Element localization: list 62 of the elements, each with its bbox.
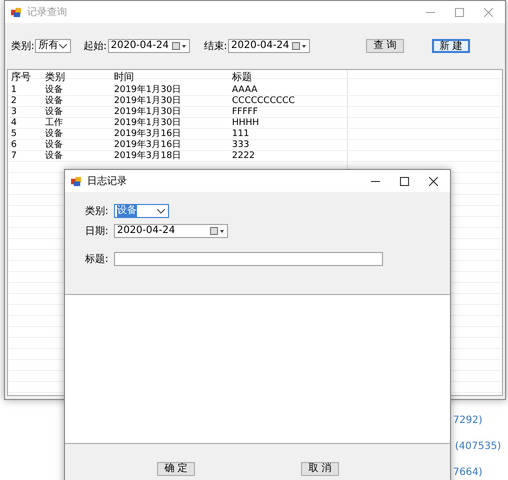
column-header[interactable]: 时间	[111, 72, 229, 83]
column-header[interactable]: 类别	[42, 72, 111, 83]
chevron-down-icon[interactable]	[157, 208, 165, 214]
app-icon	[71, 176, 82, 186]
link-text[interactable]: 7292)	[453, 415, 482, 427]
column-header[interactable]: 序号	[8, 72, 42, 83]
table-cell-text: 2019年1月30日	[113, 96, 182, 106]
date-picker[interactable]: 2020-04-24	[114, 224, 228, 238]
query-button[interactable]: 查 询	[366, 39, 404, 53]
link-text[interactable]: (407535)	[455, 441, 501, 453]
end-label: 结束:	[204, 40, 228, 53]
category-dropdown[interactable]: 设备	[114, 204, 169, 218]
category-dropdown[interactable]: 所有	[35, 39, 72, 53]
table-cell-text: 5	[10, 129, 18, 140]
table-cell-text: HHHH	[231, 118, 260, 129]
table-cell-text: 设备	[44, 85, 64, 96]
table-cell-text: 333	[231, 140, 250, 151]
table-cell-text: 工作	[44, 118, 64, 128]
table-cell-text: 2222	[231, 151, 256, 162]
title-input-field[interactable]	[114, 252, 383, 266]
end-date-picker[interactable]: 2020-04-24	[228, 39, 310, 53]
start-label: 起始:	[83, 40, 107, 53]
window-title: 记录查询	[27, 6, 67, 19]
table-cell-text: AAAA	[231, 85, 258, 96]
table-cell-text: 111	[231, 129, 250, 140]
close-icon[interactable]	[429, 176, 438, 186]
table-cell-text: CCCCCCCCCC	[231, 96, 296, 107]
table-cell-text: FFFFF	[231, 107, 259, 118]
start-date-picker[interactable]: 2020-04-24	[108, 39, 190, 53]
link-text[interactable]: 7664)	[453, 467, 482, 479]
category-label: 类别:	[11, 40, 34, 53]
table-cell-text: 4	[10, 118, 18, 129]
table-cell-text: 2	[10, 96, 18, 107]
calendar-dropdown-icon[interactable]	[292, 42, 306, 50]
table-cell-text: 1	[10, 85, 18, 96]
table-cell-text: 6	[10, 140, 18, 151]
new-button[interactable]: 新 建	[432, 39, 470, 53]
table-cell-text: 设备	[44, 129, 64, 140]
ok-button[interactable]: 确 定	[157, 462, 195, 476]
category-label: 类别:	[85, 204, 110, 218]
chevron-down-icon[interactable]	[59, 44, 68, 48]
table-cell-text: 2019年1月30日	[113, 107, 182, 118]
table-cell-text: 设备	[44, 140, 64, 150]
table-cell-text: 2019年1月30日	[113, 85, 182, 96]
column-header[interactable]: 标题	[229, 72, 347, 83]
calendar-dropdown-icon[interactable]	[172, 42, 186, 50]
table-cell-text: 7	[10, 151, 18, 162]
table-cell-text: 3	[10, 107, 18, 118]
table-cell-text: 设备	[44, 107, 64, 118]
table-cell-text: 2019年3月16日	[113, 140, 182, 150]
app-icon	[11, 6, 22, 18]
table-cell-text: 2019年1月30日	[113, 118, 182, 128]
table-cell-text: 设备	[44, 96, 64, 106]
cancel-button[interactable]: 取 消	[301, 462, 339, 476]
calendar-dropdown-icon[interactable]	[210, 227, 224, 235]
title-label: 标题:	[85, 252, 110, 266]
table-cell-text: 设备	[44, 151, 64, 162]
dialog-title: 日志记录	[87, 174, 127, 188]
maximize-icon[interactable]	[400, 176, 409, 186]
table-cell-text: 2019年3月18日	[113, 151, 182, 162]
date-label: 日期:	[85, 224, 110, 238]
table-cell-text: 2019年3月16日	[113, 129, 182, 140]
